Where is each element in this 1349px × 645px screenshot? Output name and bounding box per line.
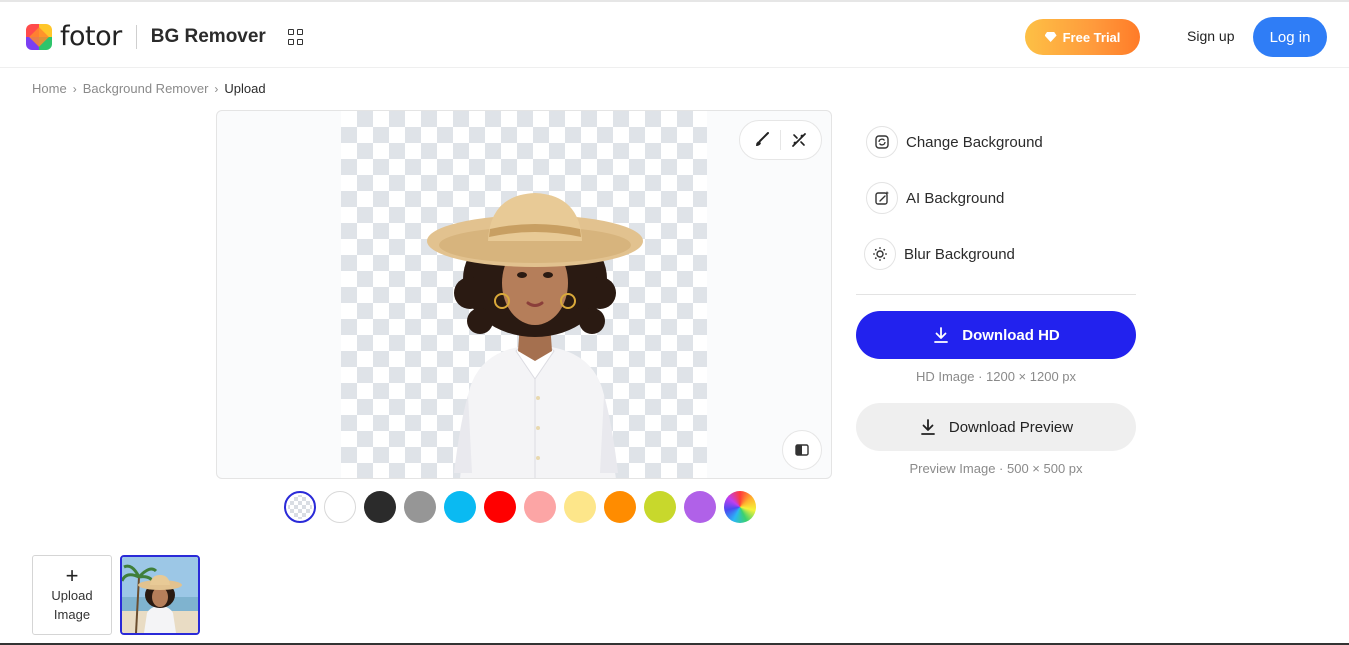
swatch-gray[interactable] (404, 491, 436, 523)
magic-wand-icon (790, 131, 808, 149)
download-preview-button[interactable]: Download Preview (856, 403, 1136, 451)
download-icon (919, 418, 937, 436)
subject-image (420, 183, 650, 479)
signup-link[interactable]: Sign up (1187, 28, 1234, 44)
logo-text: fotor (60, 22, 122, 52)
breadcrumb-home[interactable]: Home (32, 81, 67, 96)
product-name: BG Remover (151, 22, 266, 52)
hd-image-info: HD Image · 1200 × 1200 px (856, 369, 1136, 384)
breadcrumb-current: Upload (224, 81, 265, 96)
thumbnail-image (122, 557, 198, 633)
swatch-transparent[interactable] (284, 491, 316, 523)
blur-background-icon (864, 238, 896, 270)
download-hd-label: Download HD (962, 327, 1060, 344)
fotor-logo-icon (26, 24, 52, 50)
download-hd-button[interactable]: Download HD (856, 311, 1136, 359)
blur-background-option[interactable]: Blur Background (864, 238, 1015, 270)
breadcrumb-background-remover[interactable]: Background Remover (83, 81, 209, 96)
diamond-icon (1045, 32, 1057, 42)
download-icon (932, 326, 950, 344)
chevron-right-icon: › (73, 82, 77, 96)
login-button[interactable]: Log in (1253, 17, 1327, 57)
change-background-label: Change Background (906, 134, 1043, 151)
free-trial-label: Free Trial (1063, 30, 1121, 45)
swatch-cyan[interactable] (444, 491, 476, 523)
swatch-lime[interactable] (644, 491, 676, 523)
swatch-white[interactable] (324, 491, 356, 523)
breadcrumb: Home › Background Remover › Upload (32, 81, 266, 96)
top-header: fotor BG Remover Free Trial Sign up Log … (0, 0, 1349, 68)
upload-image-button[interactable]: + Upload Image (32, 555, 112, 635)
tools-divider (780, 130, 781, 150)
free-trial-button[interactable]: Free Trial (1025, 19, 1140, 55)
swatch-orange[interactable] (604, 491, 636, 523)
blur-background-label: Blur Background (904, 246, 1015, 263)
compare-icon (794, 442, 810, 458)
magic-tool-button[interactable] (784, 125, 814, 155)
plus-icon: + (66, 566, 79, 586)
swatch-yellow[interactable] (564, 491, 596, 523)
swatch-pink[interactable] (524, 491, 556, 523)
brush-icon (753, 131, 771, 149)
swatch-red[interactable] (484, 491, 516, 523)
swatch-purple[interactable] (684, 491, 716, 523)
preview-image-info: Preview Image · 500 × 500 px (856, 461, 1136, 476)
brush-tool-button[interactable] (747, 125, 777, 155)
ai-background-icon (866, 182, 898, 214)
background-color-swatches (284, 491, 756, 523)
ai-background-label: AI Background (906, 190, 1004, 207)
chevron-right-icon: › (214, 82, 218, 96)
download-preview-label: Download Preview (949, 419, 1073, 436)
panel-divider (856, 294, 1136, 295)
image-thumbnail[interactable] (120, 555, 200, 635)
compare-button[interactable] (782, 430, 822, 470)
upload-image-label: Upload Image (42, 586, 102, 624)
ai-background-option[interactable]: AI Background (866, 182, 1004, 214)
logo-divider (136, 25, 137, 49)
change-background-icon (866, 126, 898, 158)
fotor-logo[interactable]: fotor BG Remover (26, 22, 266, 52)
swatch-black[interactable] (364, 491, 396, 523)
edit-tools-pill (739, 120, 822, 160)
swatch-custom[interactable] (724, 491, 756, 523)
apps-grid-icon[interactable] (288, 29, 304, 45)
image-canvas[interactable] (216, 110, 832, 479)
change-background-option[interactable]: Change Background (866, 126, 1043, 158)
